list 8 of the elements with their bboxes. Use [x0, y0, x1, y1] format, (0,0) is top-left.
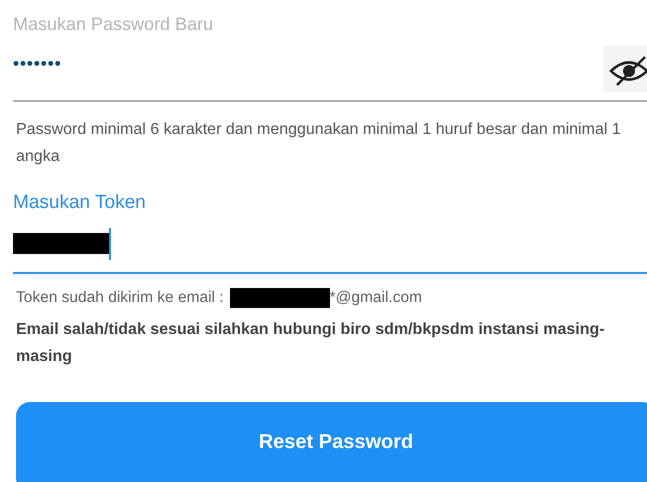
token-sent-text: Token sudah dikirim ke email : — [16, 289, 224, 307]
password-field[interactable]: Masukan Password Baru ••••••• — [13, 0, 647, 102]
email-suffix: *@gmail.com — [330, 289, 422, 307]
visibility-toggle[interactable] — [603, 46, 647, 92]
email-notice: Email salah/tidak sesuai silahkan hubungi biro sdm/bkpsdm instansi masing-masing — [16, 320, 606, 367]
text-cursor — [109, 228, 111, 260]
token-label: Masukan Token — [13, 192, 146, 214]
password-hint: Password minimal 6 karakter dan menggunakan minimal 1 huruf besar dan minimal 1 angka — [16, 120, 622, 167]
